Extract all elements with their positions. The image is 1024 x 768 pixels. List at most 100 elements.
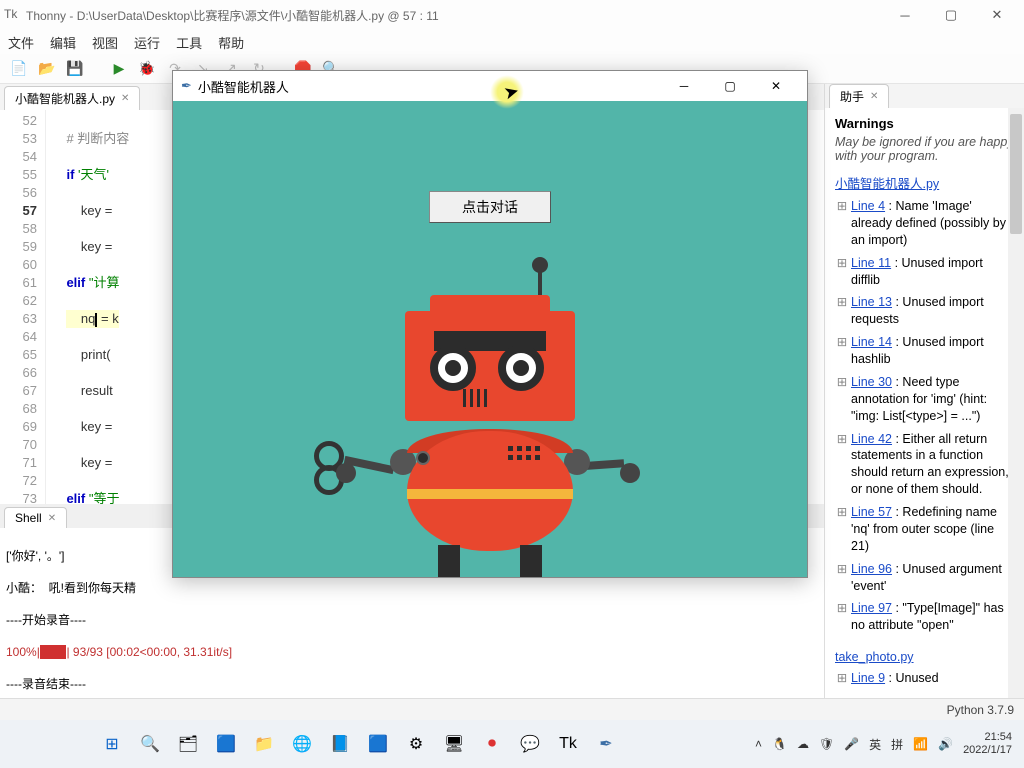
warning-line-link[interactable]: Line 97 [851, 601, 892, 615]
menu-run[interactable]: 运行 [134, 33, 160, 52]
minimize-button[interactable]: ─ [882, 1, 928, 29]
taskbar: ⊞ 🔍 🗂 🟦 📁 🌐 📘 🟦 ⚙ 🖥 ⏺ 💬 Tk ✒ ˄ 🐧 ☁ 🛡 🎤 英… [0, 720, 1024, 768]
tk-window: ✒ 小酷智能机器人 ─ ▢ ✕ 点击对话 [172, 70, 808, 578]
app-icon-4[interactable]: ⚙ [398, 726, 434, 762]
warnings-heading: Warnings [835, 116, 1014, 131]
assist-scrollbar[interactable] [1008, 108, 1024, 698]
menu-view[interactable]: 视图 [92, 33, 118, 52]
new-file-icon[interactable]: 📄 [8, 58, 30, 80]
warning-item: ⊞Line 4 : Name 'Image' already defined (… [835, 198, 1014, 249]
app-icon-7[interactable]: 💬 [512, 726, 548, 762]
app-icon-2[interactable]: 📘 [322, 726, 358, 762]
taskview-icon[interactable]: 🗂 [170, 726, 206, 762]
maximize-button[interactable]: ▢ [928, 1, 974, 29]
menu-file[interactable]: 文件 [8, 33, 34, 52]
menu-bar: 文件 编辑 视图 运行 工具 帮助 [0, 30, 1024, 54]
warning-text: : Unused [885, 671, 939, 685]
expand-icon[interactable]: ⊞ [835, 504, 849, 555]
close-button[interactable]: ✕ [974, 1, 1020, 29]
assist-file-link[interactable]: 小酷智能机器人.py [835, 177, 939, 191]
tray-cloud-icon[interactable]: ☁ [797, 737, 809, 751]
warning-line-link[interactable]: Line 9 [851, 671, 885, 685]
warning-item: ⊞Line 14 : Unused import hashlib [835, 334, 1014, 368]
warning-line-link[interactable]: Line 14 [851, 335, 892, 349]
window-titlebar: Tk Thonny - D:\UserData\Desktop\比赛程序\源文件… [0, 0, 1024, 30]
assist-file-link-2[interactable]: take_photo.py [835, 650, 914, 664]
open-file-icon[interactable]: 📂 [36, 58, 58, 80]
code-content[interactable]: # 判断内容 if '天气' key = key = elif "计算 nq =… [46, 110, 135, 504]
explorer-icon[interactable]: 📁 [246, 726, 282, 762]
expand-icon[interactable]: ⊞ [835, 374, 849, 425]
tray-shield-icon[interactable]: 🛡 [819, 737, 834, 751]
expand-icon[interactable]: ⊞ [835, 561, 849, 595]
warning-line-link[interactable]: Line 11 [851, 256, 891, 270]
tk-window-title: 小酷智能机器人 [198, 77, 289, 96]
warning-item: ⊞Line 97 : "Type[Image]" has no attribut… [835, 600, 1014, 634]
menu-edit[interactable]: 编辑 [50, 33, 76, 52]
dialog-button[interactable]: 点击对话 [429, 191, 551, 223]
tk-close-button[interactable]: ✕ [753, 72, 799, 100]
expand-icon[interactable]: ⊞ [835, 294, 849, 328]
line-gutter: 5253545556575859606162636465666768697071… [0, 110, 46, 504]
warning-line-link[interactable]: Line 4 [851, 199, 885, 213]
save-file-icon[interactable]: 💾 [64, 58, 86, 80]
system-tray[interactable]: ˄ 🐧 ☁ 🛡 🎤 英 拼 📶 🔊 21:54 2022/1/17 [755, 731, 1020, 757]
warning-item: ⊞Line 42 : Either all return statements … [835, 431, 1014, 499]
tray-mic-icon[interactable]: 🎤 [844, 737, 859, 751]
expand-icon[interactable]: ⊞ [835, 198, 849, 249]
menu-help[interactable]: 帮助 [218, 33, 244, 52]
tk-canvas: 点击对话 [173, 101, 807, 577]
app-icon: Tk [4, 7, 20, 23]
warning-item: ⊞Line 96 : Unused argument 'event' [835, 561, 1014, 595]
app-icon-3[interactable]: 🟦 [360, 726, 396, 762]
app-icon-1[interactable]: 🌐 [284, 726, 320, 762]
tk-minimize-button[interactable]: ─ [661, 72, 707, 100]
tk-icon: ✒ [181, 78, 192, 94]
warning-item: ⊞Line 9 : Unused [835, 670, 1014, 687]
warnings-subtitle: May be ignored if you are happy with you… [835, 135, 1014, 163]
shell-tab[interactable]: Shell✕ [4, 507, 67, 528]
taskbar-clock[interactable]: 21:54 2022/1/17 [963, 731, 1012, 757]
warning-line-link[interactable]: Line 13 [851, 295, 892, 309]
editor-tab[interactable]: 小酷智能机器人.py ✕ [4, 86, 140, 110]
warning-line-link[interactable]: Line 30 [851, 375, 892, 389]
shell-close-icon[interactable]: ✕ [48, 513, 56, 524]
warning-line-link[interactable]: Line 96 [851, 562, 892, 576]
tk-window-titlebar[interactable]: ✒ 小酷智能机器人 ─ ▢ ✕ [173, 71, 807, 101]
assistant-panel: Warnings May be ignored if you are happy… [825, 108, 1024, 698]
volume-icon[interactable]: 🔊 [938, 737, 953, 751]
wifi-icon[interactable]: 📶 [913, 737, 928, 751]
widgets-icon[interactable]: 🟦 [208, 726, 244, 762]
search-icon[interactable]: 🔍 [132, 726, 168, 762]
tk-taskbar-icon[interactable]: ✒ [588, 726, 624, 762]
start-button[interactable]: ⊞ [94, 726, 130, 762]
menu-tools[interactable]: 工具 [176, 33, 202, 52]
debug-icon[interactable]: 🐞 [136, 58, 158, 80]
expand-icon[interactable]: ⊞ [835, 670, 849, 687]
warning-item: ⊞Line 57 : Redefining name 'nq' from out… [835, 504, 1014, 555]
assistant-tab[interactable]: 助手✕ [829, 84, 889, 108]
expand-icon[interactable]: ⊞ [835, 255, 849, 289]
tab-label: 小酷智能机器人.py [15, 90, 115, 107]
run-icon[interactable]: ▶ [108, 58, 130, 80]
warning-line-link[interactable]: Line 57 [851, 505, 892, 519]
warning-item: ⊞Line 13 : Unused import requests [835, 294, 1014, 328]
status-bar: Python 3.7.9 [0, 698, 1024, 720]
warning-item: ⊞Line 30 : Need type annotation for 'img… [835, 374, 1014, 425]
expand-icon[interactable]: ⊞ [835, 600, 849, 634]
app-icon-5[interactable]: 🖥 [436, 726, 472, 762]
ime-mode[interactable]: 拼 [891, 736, 903, 753]
app-icon-6[interactable]: ⏺ [474, 726, 510, 762]
ime-lang[interactable]: 英 [869, 736, 881, 753]
tray-app-icon[interactable]: 🐧 [772, 737, 787, 751]
thonny-taskbar-icon[interactable]: Tk [550, 726, 586, 762]
warning-item: ⊞Line 11 : Unused import difflib [835, 255, 1014, 289]
window-title: Thonny - D:\UserData\Desktop\比赛程序\源文件\小酷… [26, 7, 439, 24]
assist-close-icon[interactable]: ✕ [870, 91, 878, 102]
warning-line-link[interactable]: Line 42 [851, 432, 892, 446]
expand-icon[interactable]: ⊞ [835, 431, 849, 499]
tab-close-icon[interactable]: ✕ [121, 93, 129, 104]
tk-maximize-button[interactable]: ▢ [707, 72, 753, 100]
expand-icon[interactable]: ⊞ [835, 334, 849, 368]
tray-chevron-icon[interactable]: ˄ [755, 737, 762, 751]
